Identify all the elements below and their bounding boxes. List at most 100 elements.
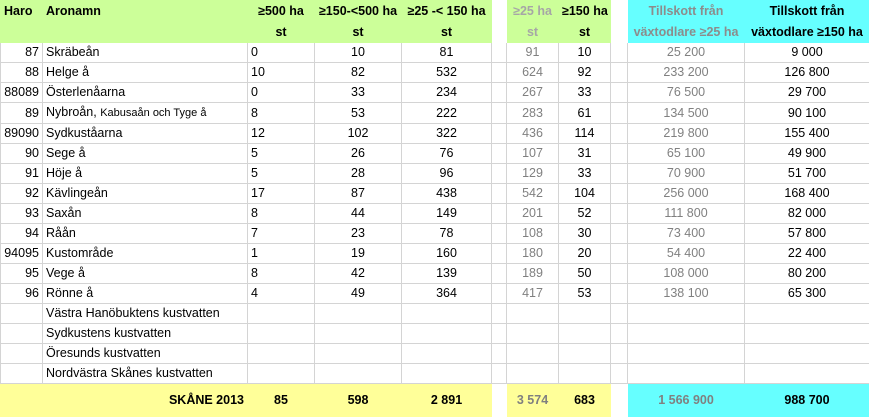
cell-25-150[interactable]: 222 xyxy=(401,102,492,124)
header-aronamn[interactable]: Aronamn xyxy=(42,0,248,22)
cell-25-150[interactable]: 76 xyxy=(401,143,492,164)
cell-ge25[interactable] xyxy=(506,343,559,364)
cell-ge500[interactable]: 4 xyxy=(247,283,315,304)
header-25-150[interactable]: ≥25 -< 150 ha xyxy=(401,0,492,22)
cell-ge150[interactable]: 33 xyxy=(558,82,611,103)
cell-ge500[interactable] xyxy=(247,303,315,324)
cell-tillskott-25[interactable]: 73 400 xyxy=(627,223,745,244)
cell-tillskott-25[interactable]: 138 100 xyxy=(627,283,745,304)
cell-25-150[interactable]: 322 xyxy=(401,123,492,144)
cell-tillskott-150[interactable]: 155 400 xyxy=(744,123,869,144)
cell-haro[interactable]: 94095 xyxy=(0,243,43,264)
cell-tillskott-25[interactable] xyxy=(627,323,745,344)
total-25-150[interactable]: 2 891 xyxy=(401,383,492,417)
cell-ge150[interactable]: 92 xyxy=(558,62,611,83)
cell-150-500[interactable]: 42 xyxy=(314,263,402,284)
cell-tillskott-150[interactable] xyxy=(744,343,869,364)
cell-tillskott-25[interactable]: 219 800 xyxy=(627,123,745,144)
header-tillskott-150[interactable]: Tillskott från xyxy=(744,0,869,22)
cell-150-500[interactable]: 87 xyxy=(314,183,402,204)
cell-ge25[interactable]: 417 xyxy=(506,283,559,304)
cell-ge500[interactable]: 8 xyxy=(247,263,315,284)
cell-ge500[interactable]: 5 xyxy=(247,143,315,164)
cell-150-500[interactable] xyxy=(314,363,402,384)
cell-ge25[interactable]: 108 xyxy=(506,223,559,244)
cell-aronamn[interactable]: Västra Hanöbuktens kustvatten xyxy=(42,303,248,324)
total-ge25[interactable]: 3 574 xyxy=(506,383,559,417)
cell-tillskott-150[interactable] xyxy=(744,363,869,384)
cell-ge150[interactable]: 30 xyxy=(558,223,611,244)
cell-150-500[interactable]: 102 xyxy=(314,123,402,144)
cell-150-500[interactable] xyxy=(314,303,402,324)
cell-ge500[interactable] xyxy=(247,343,315,364)
cell-ge150[interactable] xyxy=(558,343,611,364)
cell-ge500[interactable]: 12 xyxy=(247,123,315,144)
cell-ge500[interactable]: 8 xyxy=(247,203,315,224)
cell-ge150[interactable]: 33 xyxy=(558,163,611,184)
header-ge500[interactable]: ≥500 ha xyxy=(247,0,315,22)
cell-aronamn[interactable]: Kustområde xyxy=(42,243,248,264)
cell-aronamn[interactable]: Rönne å xyxy=(42,283,248,304)
cell-haro[interactable]: 93 xyxy=(0,203,43,224)
cell-ge500[interactable]: 1 xyxy=(247,243,315,264)
cell-haro[interactable]: 89 xyxy=(0,102,43,124)
cell-25-150[interactable] xyxy=(401,303,492,324)
cell-ge25[interactable]: 189 xyxy=(506,263,559,284)
cell-25-150[interactable]: 234 xyxy=(401,82,492,103)
cell-25-150[interactable]: 81 xyxy=(401,42,492,63)
cell-ge150[interactable]: 10 xyxy=(558,42,611,63)
cell-150-500[interactable] xyxy=(314,323,402,344)
header-150-500[interactable]: ≥150-<500 ha xyxy=(314,0,402,22)
cell-aronamn[interactable]: Österlenåarna xyxy=(42,82,248,103)
cell-tillskott-25[interactable]: 256 000 xyxy=(627,183,745,204)
cell-ge25[interactable]: 436 xyxy=(506,123,559,144)
cell-tillskott-25[interactable] xyxy=(627,363,745,384)
cell-tillskott-150[interactable]: 126 800 xyxy=(744,62,869,83)
cell-haro[interactable] xyxy=(0,363,43,384)
cell-tillskott-25[interactable]: 54 400 xyxy=(627,243,745,264)
cell-ge25[interactable]: 91 xyxy=(506,42,559,63)
cell-ge150[interactable]: 20 xyxy=(558,243,611,264)
cell-tillskott-150[interactable]: 65 300 xyxy=(744,283,869,304)
total-label[interactable]: SKÅNE 2013 xyxy=(0,383,248,417)
cell-150-500[interactable]: 19 xyxy=(314,243,402,264)
cell-haro[interactable]: 90 xyxy=(0,143,43,164)
cell-tillskott-25[interactable]: 65 100 xyxy=(627,143,745,164)
cell-haro[interactable]: 87 xyxy=(0,42,43,63)
cell-tillskott-150[interactable]: 49 900 xyxy=(744,143,869,164)
cell-haro[interactable] xyxy=(0,303,43,324)
cell-haro[interactable]: 88089 xyxy=(0,82,43,103)
cell-ge25[interactable] xyxy=(506,363,559,384)
cell-25-150[interactable]: 149 xyxy=(401,203,492,224)
cell-ge150[interactable] xyxy=(558,303,611,324)
cell-ge150[interactable] xyxy=(558,323,611,344)
cell-ge25[interactable]: 624 xyxy=(506,62,559,83)
cell-tillskott-150[interactable]: 57 800 xyxy=(744,223,869,244)
cell-25-150[interactable] xyxy=(401,363,492,384)
cell-25-150[interactable]: 139 xyxy=(401,263,492,284)
header-tillskott-25[interactable]: Tillskott från xyxy=(627,0,745,22)
cell-25-150[interactable]: 78 xyxy=(401,223,492,244)
cell-ge150[interactable]: 31 xyxy=(558,143,611,164)
cell-ge25[interactable]: 107 xyxy=(506,143,559,164)
cell-25-150[interactable]: 532 xyxy=(401,62,492,83)
cell-ge500[interactable] xyxy=(247,363,315,384)
header-unit-ge25[interactable]: st xyxy=(506,21,559,43)
cell-ge25[interactable]: 129 xyxy=(506,163,559,184)
cell-150-500[interactable]: 26 xyxy=(314,143,402,164)
header-unit-25-150[interactable]: st xyxy=(401,21,492,43)
cell-150-500[interactable]: 82 xyxy=(314,62,402,83)
cell-25-150[interactable]: 438 xyxy=(401,183,492,204)
cell-aronamn[interactable]: Vege å xyxy=(42,263,248,284)
cell-aronamn[interactable]: Höje å xyxy=(42,163,248,184)
cell-tillskott-25[interactable] xyxy=(627,343,745,364)
cell-tillskott-150[interactable]: 82 000 xyxy=(744,203,869,224)
cell-ge500[interactable]: 17 xyxy=(247,183,315,204)
cell-tillskott-150[interactable]: 80 200 xyxy=(744,263,869,284)
cell-ge150[interactable] xyxy=(558,363,611,384)
header-haro[interactable]: Haro xyxy=(0,0,43,22)
cell-ge500[interactable]: 7 xyxy=(247,223,315,244)
cell-ge25[interactable]: 283 xyxy=(506,102,559,124)
cell-tillskott-150[interactable]: 29 700 xyxy=(744,82,869,103)
cell-haro[interactable]: 94 xyxy=(0,223,43,244)
